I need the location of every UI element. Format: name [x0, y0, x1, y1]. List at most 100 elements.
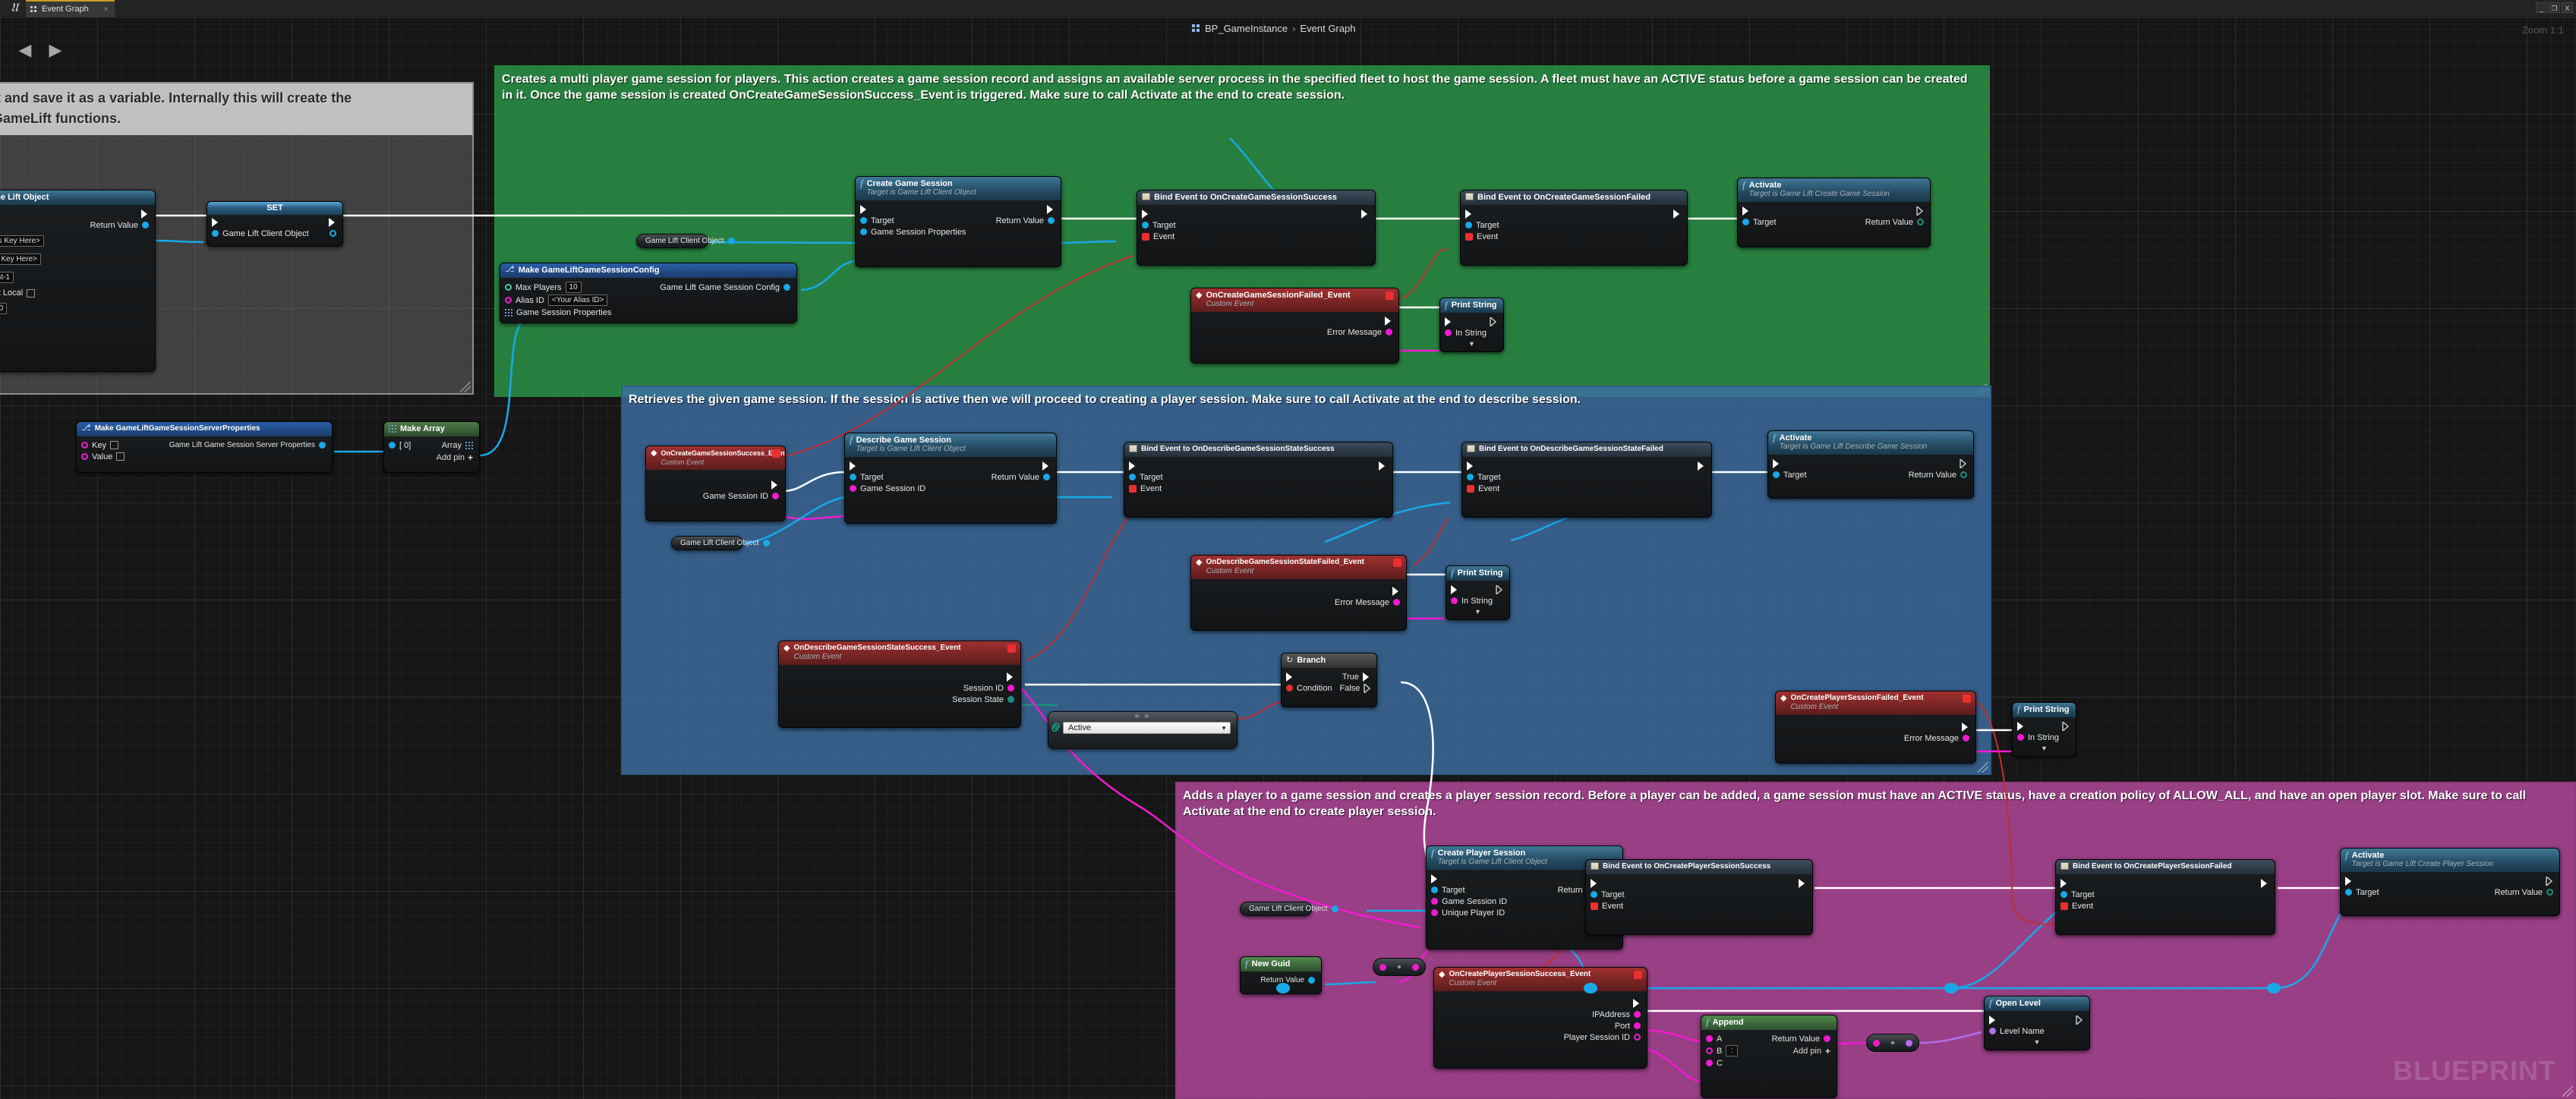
input-pin-event[interactable]: [1467, 485, 1474, 493]
exec-in-pin[interactable]: [1773, 459, 1780, 468]
exec-out-pin[interactable]: [1392, 587, 1400, 596]
breadcrumb-graph[interactable]: Event Graph: [1300, 23, 1355, 34]
expand-node-caret-icon[interactable]: ▼: [2013, 743, 2076, 752]
exec-out-pin[interactable]: [1673, 209, 1681, 219]
exec-in-pin[interactable]: [212, 218, 219, 227]
navigate-back-icon[interactable]: ◀: [17, 41, 33, 59]
exec-out-pin[interactable]: [1361, 209, 1369, 219]
node-append[interactable]: f Append A Return Value B :: [1701, 1015, 1837, 1098]
input-pin-array-icon[interactable]: [505, 309, 512, 316]
exec-out-pin[interactable]: [1379, 461, 1386, 471]
exec-out-pin-true[interactable]: [1363, 672, 1370, 682]
input-pin-target[interactable]: [1431, 886, 1438, 893]
input-pin-event[interactable]: [1591, 902, 1598, 910]
input-pin-target[interactable]: [1742, 219, 1749, 225]
input-pin-target[interactable]: [1129, 474, 1136, 480]
node-enum-equal-active[interactable]: = = Active ▼: [1048, 711, 1238, 749]
input-pin-alias-id[interactable]: [505, 297, 512, 304]
exec-out-pin[interactable]: [2062, 722, 2070, 731]
output-pin-knot[interactable]: [1906, 1040, 1912, 1047]
node-activate-create-player-session[interactable]: f Activate Target is Game Lift Create Pl…: [2340, 848, 2560, 916]
input-pin-in-string[interactable]: [2017, 734, 2024, 741]
input-pin-game-session-id[interactable]: [850, 485, 856, 492]
exec-out-pin[interactable]: [1960, 459, 1967, 468]
comment-resize-handle[interactable]: [460, 382, 471, 392]
delegate-output-pin[interactable]: [772, 449, 780, 458]
exec-out-pin[interactable]: [771, 480, 779, 490]
add-pin-button[interactable]: Add pin +: [1793, 1046, 1830, 1056]
output-pin-knot[interactable]: [1412, 964, 1419, 971]
exec-in-pin[interactable]: [1591, 879, 1598, 888]
node-activate-describe-game-session[interactable]: f Activate Target is Game Lift Describe …: [1767, 430, 1974, 499]
field-access-key[interactable]: cess Key Here>: [0, 235, 44, 247]
exec-in-pin[interactable]: [1286, 672, 1294, 682]
node-new-guid[interactable]: f New Guid Return Value: [1240, 956, 1322, 994]
input-pin-knot[interactable]: [1379, 964, 1386, 971]
navigate-forward-icon[interactable]: ▶: [47, 41, 64, 59]
exec-out-pin[interactable]: [2076, 1016, 2083, 1025]
enum-value-dropdown[interactable]: Active ▼: [1063, 722, 1231, 734]
exec-in-pin[interactable]: [1129, 461, 1137, 471]
input-pin-value[interactable]: [81, 453, 88, 460]
exec-out-pin[interactable]: [1007, 672, 1014, 682]
exec-in-pin[interactable]: [1142, 209, 1149, 219]
output-pin-return-value[interactable]: [1043, 474, 1050, 480]
output-pin-session-state[interactable]: [1007, 696, 1014, 703]
input-pin-condition[interactable]: [1286, 685, 1293, 691]
exec-out-pin[interactable]: [1042, 461, 1050, 471]
tab-event-graph[interactable]: Event Graph ×: [26, 0, 115, 17]
output-pin-return-value[interactable]: [1048, 217, 1055, 224]
node-create-gamelift-object[interactable]: ame Lift Object Return Value cess Key He…: [0, 190, 156, 372]
tab-close-icon[interactable]: ×: [104, 5, 109, 14]
comment-resize-handle[interactable]: [1978, 762, 1988, 773]
output-pin-return-value[interactable]: [1960, 471, 1967, 478]
node-open-level[interactable]: f Open Level Level Name ▼: [1984, 996, 2090, 1050]
output-pin-array[interactable]: [465, 442, 473, 449]
exec-in-pin[interactable]: [860, 205, 868, 214]
output-pin-port[interactable]: [1634, 1022, 1641, 1029]
field-b[interactable]: :: [1726, 1045, 1738, 1056]
input-pin-knot[interactable]: [1873, 1040, 1880, 1047]
node-event-oncreateplayersessionfailed[interactable]: ◆ OnCreatePlayerSessionFailed_Event Cust…: [1775, 691, 1976, 764]
field-max-players[interactable]: 10: [566, 282, 582, 293]
exec-in-pin[interactable]: [2017, 722, 2025, 731]
field-alias-id[interactable]: <Your Alias ID>: [548, 294, 608, 306]
node-make-array[interactable]: Make Array [ 0] Array Add pin +: [383, 421, 480, 473]
exec-in-pin[interactable]: [1465, 209, 1473, 219]
exec-in-pin[interactable]: [1445, 317, 1452, 326]
exec-out-pin[interactable]: [329, 218, 336, 227]
input-pin-client-object[interactable]: [212, 230, 219, 237]
output-pin-error-message[interactable]: [1386, 329, 1392, 335]
exec-in-pin[interactable]: [2060, 879, 2068, 888]
node-var-get-gamelift-client-object-2[interactable]: Game Lift Client Object: [671, 536, 743, 550]
node-print-string-2[interactable]: f Print String In String ▼: [1446, 565, 1510, 620]
close-button[interactable]: X: [2562, 2, 2573, 13]
output-pin-return-value[interactable]: [1308, 977, 1315, 984]
input-pin-c[interactable]: [1706, 1060, 1713, 1066]
exec-out-pin[interactable]: [1490, 317, 1497, 326]
exec-out-pin[interactable]: [2546, 877, 2553, 886]
input-pin-in-string[interactable]: [1445, 329, 1452, 336]
input-pin-event[interactable]: [1142, 233, 1149, 241]
output-pin-return-value[interactable]: [142, 222, 149, 228]
node-activate-create-game-session[interactable]: f Activate Target is Game Lift Create Ga…: [1737, 178, 1931, 247]
minimize-button[interactable]: _: [2536, 2, 2547, 13]
input-pin-target[interactable]: [1467, 474, 1474, 480]
node-reroute-level-name[interactable]: [1866, 1034, 1919, 1052]
input-pin-target[interactable]: [2345, 889, 2352, 896]
comment-resize-handle[interactable]: [2562, 1086, 2573, 1097]
exec-in-pin[interactable]: [1451, 585, 1458, 594]
input-pin-event[interactable]: [1465, 233, 1473, 241]
node-reroute-guid-to-string[interactable]: [1373, 958, 1426, 976]
exec-out-pin[interactable]: [1496, 585, 1503, 594]
input-pin-b[interactable]: [1706, 1047, 1713, 1054]
output-pin-client-object[interactable]: [329, 230, 336, 237]
event-graph-canvas[interactable]: BP_GameInstance › Event Graph Zoom 1:1 ◀…: [0, 17, 2576, 1099]
node-event-ondescribegamesessionstatesuccess[interactable]: ◆ OnDescribeGameSessionStateSuccess_Even…: [778, 641, 1021, 728]
expand-node-caret-icon[interactable]: ▼: [1985, 1037, 2089, 1046]
exec-out-pin[interactable]: [1047, 205, 1055, 214]
input-pin-event[interactable]: [1129, 485, 1137, 493]
node-describe-game-session[interactable]: f Describe Game Session Target is Game L…: [844, 433, 1057, 524]
input-pin-target[interactable]: [860, 217, 867, 224]
node-set-gamelift-client-object[interactable]: SET Game Lift Client Object: [207, 201, 343, 247]
